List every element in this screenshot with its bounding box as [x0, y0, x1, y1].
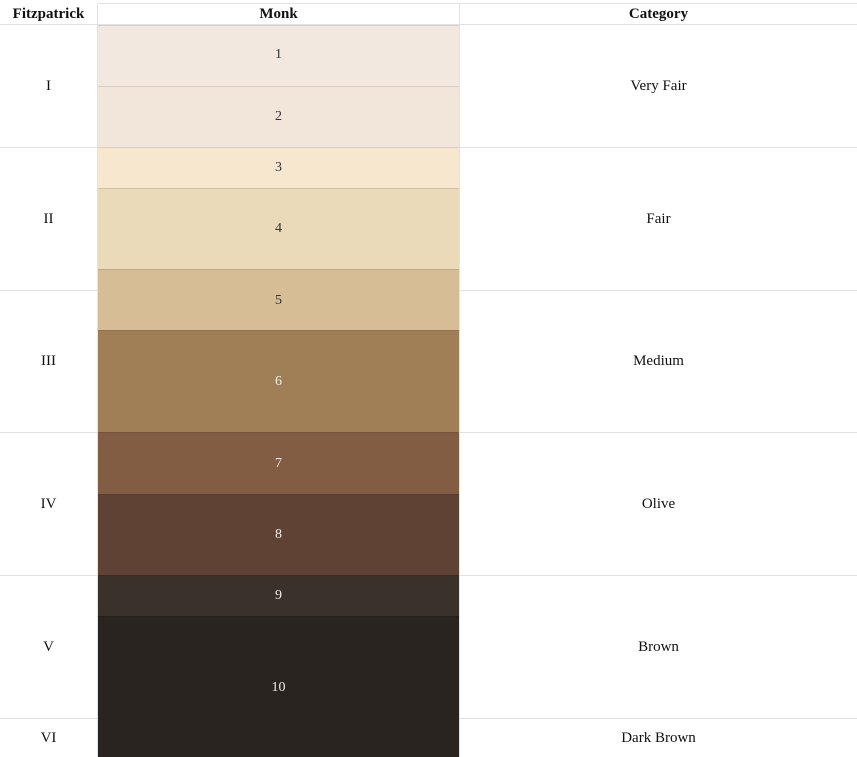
- fitzpatrick-type: V: [43, 638, 54, 655]
- monk-swatch-label: 8: [275, 527, 282, 542]
- monk-swatch-label: 5: [275, 293, 282, 308]
- header-fitzpatrick: Fitzpatrick: [12, 6, 85, 22]
- header-category: Category: [628, 6, 689, 22]
- monk-swatch-label: 7: [275, 456, 282, 471]
- category-label: Medium: [633, 353, 684, 369]
- monk-swatch: 2: [98, 86, 459, 147]
- monk-swatch: 1: [98, 25, 459, 86]
- fitzpatrick-type: III: [41, 353, 56, 369]
- category-label: Brown: [638, 638, 679, 655]
- monk-swatch-label: 4: [275, 221, 282, 236]
- monk-swatch: 10: [98, 616, 459, 757]
- fitzpatrick-type: I: [46, 77, 51, 94]
- monk-swatch-label: 2: [275, 109, 282, 124]
- category-label: Very Fair: [630, 77, 687, 94]
- monk-swatch-label: 6: [275, 374, 282, 389]
- monk-swatch: 9: [98, 575, 459, 616]
- fitzpatrick-type: II: [43, 210, 54, 227]
- table-top-border: [98, 3, 857, 4]
- monk-swatch: 5: [98, 269, 459, 330]
- fitzpatrick-type: IV: [40, 495, 57, 512]
- monk-swatch: 4: [98, 188, 459, 269]
- monk-swatch-label: 3: [275, 160, 282, 175]
- fitzpatrick-type: VI: [40, 729, 57, 746]
- monk-swatch: 3: [98, 147, 459, 188]
- monk-swatch-label: 9: [275, 588, 282, 603]
- monk-swatch-label: 1: [275, 47, 282, 62]
- monk-swatch: 6: [98, 330, 459, 432]
- monk-swatch: 7: [98, 432, 459, 494]
- skin-tone-table: Fitzpatrick Monk Category I II III IV V …: [0, 0, 857, 757]
- monk-swatch-label: 10: [271, 680, 286, 695]
- category-label: Fair: [646, 210, 671, 227]
- monk-swatch: 8: [98, 494, 459, 575]
- header-monk: Monk: [259, 6, 298, 22]
- category-label: Dark Brown: [621, 729, 696, 746]
- category-label: Olive: [641, 495, 676, 512]
